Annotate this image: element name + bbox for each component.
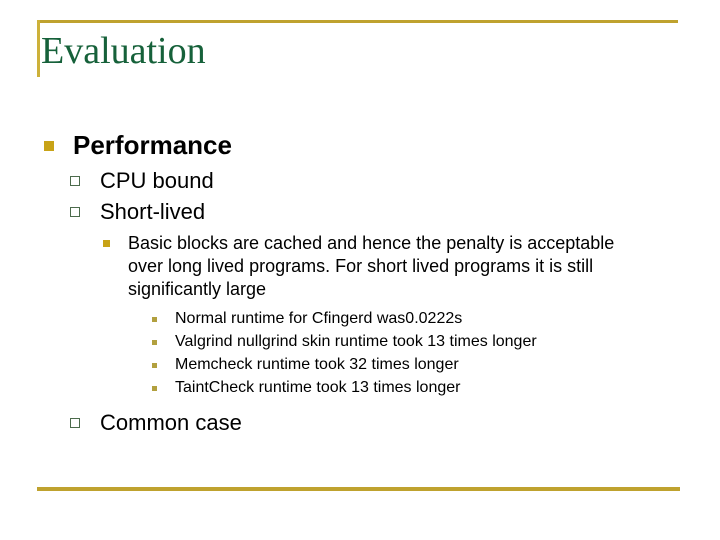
list-item-short-lived: Short-lived xyxy=(0,197,720,226)
bottom-rule xyxy=(37,487,680,491)
list-item-taintcheck: TaintCheck runtime took 13 times longer xyxy=(0,377,720,399)
title-rule-top xyxy=(37,20,678,23)
small-filled-square-bullet-icon xyxy=(103,240,110,247)
list-item-label: Short-lived xyxy=(100,199,206,224)
list-item-normal-runtime: Normal runtime for Cfingerd was0.0222s xyxy=(0,308,720,330)
page-title: Evaluation xyxy=(41,30,206,72)
list-item-label: Basic blocks are cached and hence the pe… xyxy=(128,233,615,299)
tiny-filled-square-bullet-icon xyxy=(152,317,157,322)
list-item-label: Normal runtime for Cfingerd was0.0222s xyxy=(175,310,463,327)
tiny-filled-square-bullet-icon xyxy=(152,386,157,391)
list-item-common-case: Common case xyxy=(0,408,720,437)
hollow-square-bullet-icon xyxy=(70,207,80,217)
list-item-label: Memcheck runtime took 32 times longer xyxy=(175,356,459,373)
slide-body: Performance CPU bound Short-lived Basic … xyxy=(0,128,720,439)
list-item-valgrind-nullgrind: Valgrind nullgrind skin runtime took 13 … xyxy=(0,331,720,353)
tiny-filled-square-bullet-icon xyxy=(152,340,157,345)
list-item-performance: Performance xyxy=(0,128,720,162)
list-item-label: Performance xyxy=(73,130,232,160)
list-item-label: Valgrind nullgrind skin runtime took 13 … xyxy=(175,333,537,350)
hollow-square-bullet-icon xyxy=(70,176,80,186)
list-item-memcheck: Memcheck runtime took 32 times longer xyxy=(0,354,720,376)
filled-square-bullet-icon xyxy=(44,141,54,151)
list-item-label: Common case xyxy=(100,410,242,435)
list-item-basic-blocks: Basic blocks are cached and hence the pe… xyxy=(0,232,720,301)
hollow-square-bullet-icon xyxy=(70,418,80,428)
tiny-filled-square-bullet-icon xyxy=(152,363,157,368)
list-item-label: CPU bound xyxy=(100,168,214,193)
list-item-label: TaintCheck runtime took 13 times longer xyxy=(175,379,461,396)
list-item-cpu-bound: CPU bound xyxy=(0,166,720,195)
slide: Evaluation Performance CPU bound Short-l… xyxy=(0,0,720,540)
title-rule-left xyxy=(37,20,40,77)
